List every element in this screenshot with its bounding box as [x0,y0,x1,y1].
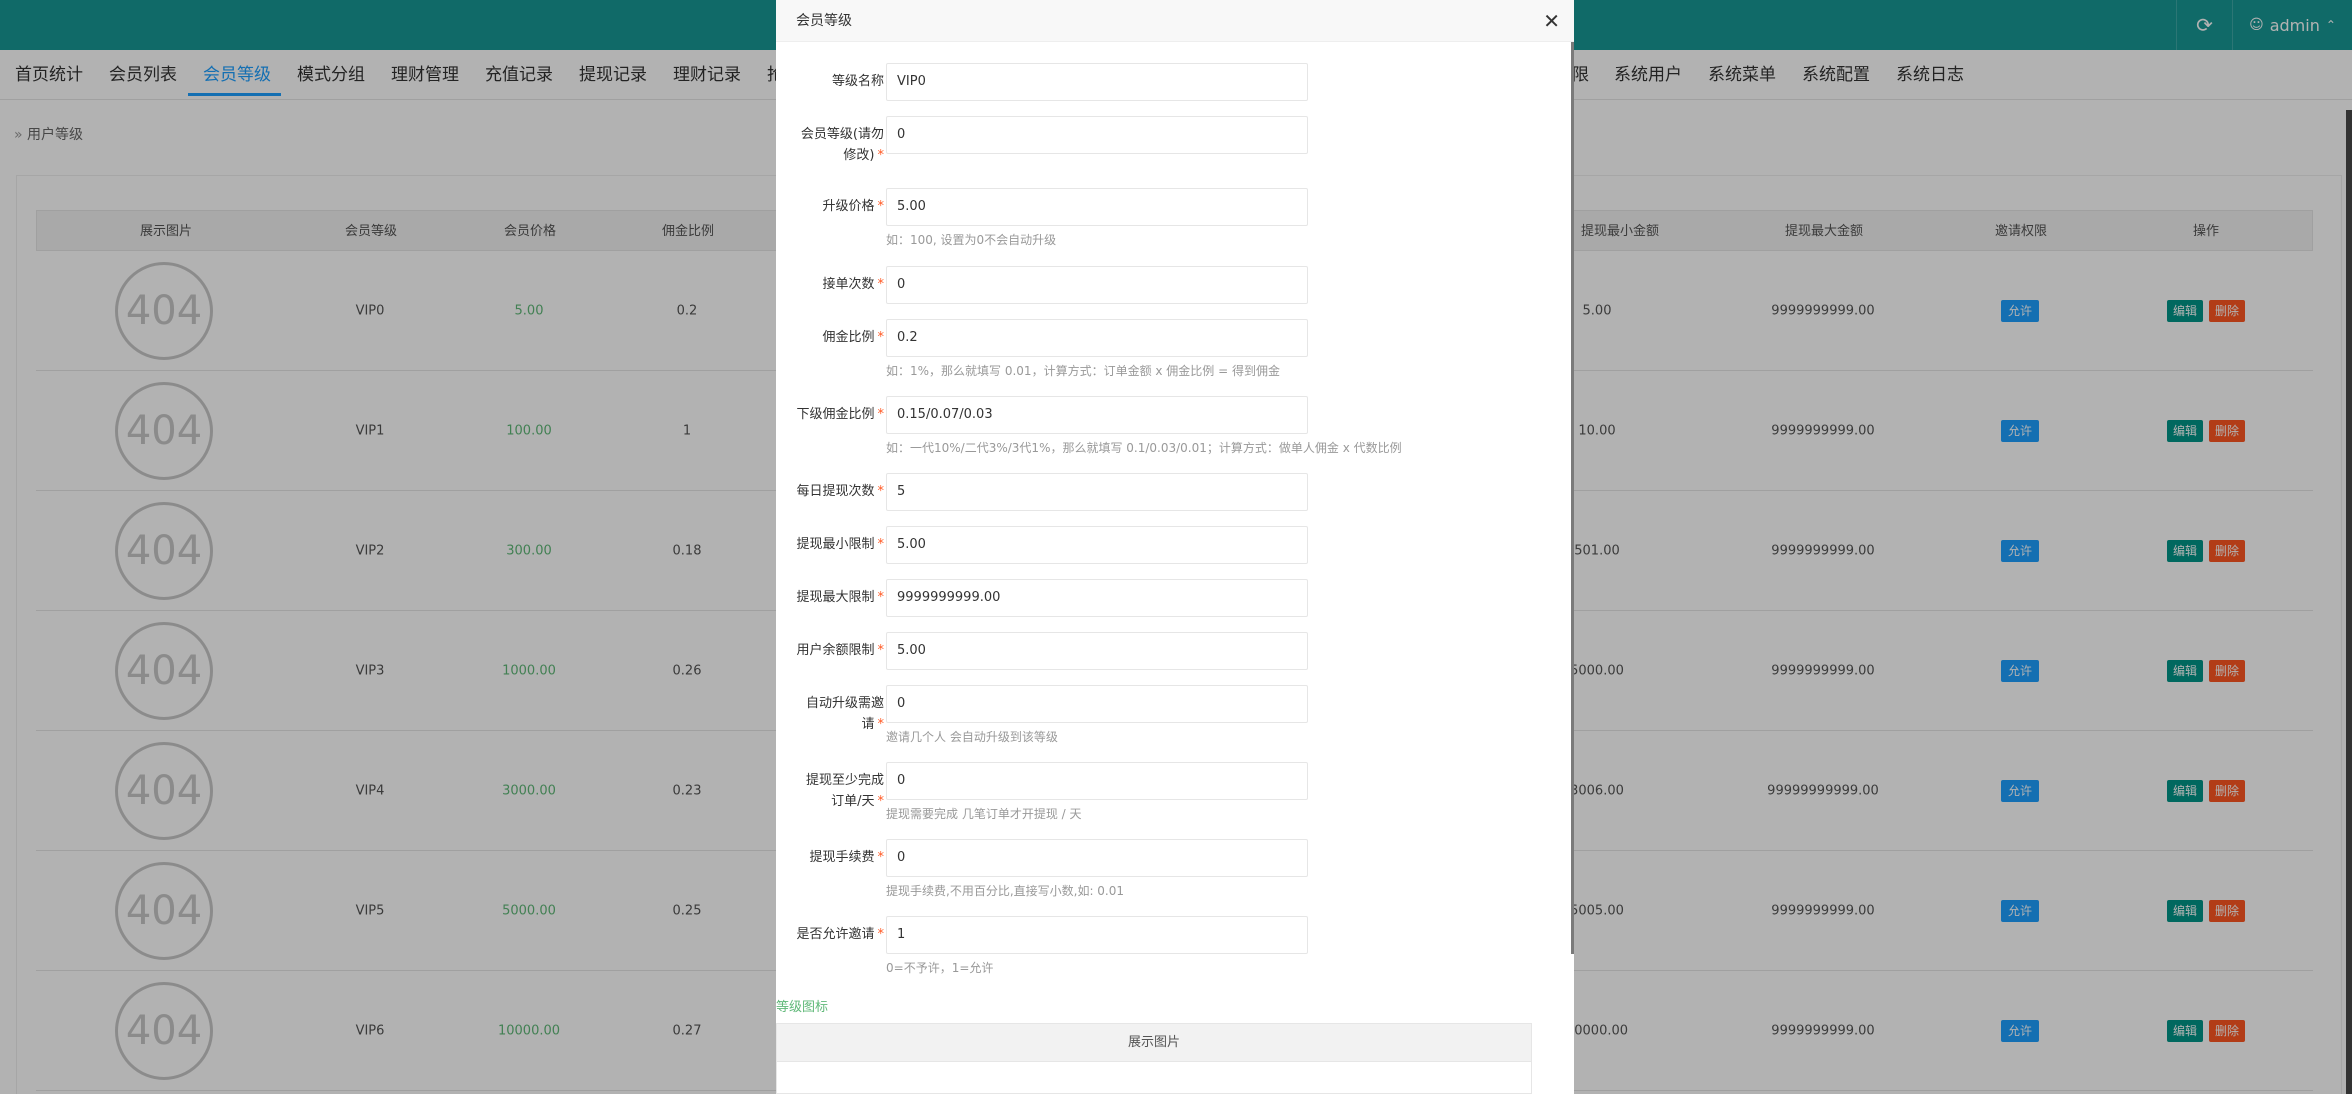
member-level-input[interactable]: 0 [886,116,1308,154]
required-mark: * [877,277,885,292]
field-label-text: 提现手续费 [809,850,875,865]
sub-commission-hint: 如：一代10%/二代3%/3代1%，那么就填写 0.1/0.03/0.01；计算… [886,441,1402,455]
required-mark: * [877,330,885,345]
required-mark: * [877,794,885,809]
field-label-commission: 佣金比例 * [822,327,884,348]
required-mark: * [877,590,885,605]
field-label-text: 等级名称 [831,74,884,89]
field-label-max-withdraw: 提现最大限制 * [796,587,884,608]
field-label-sub-commission: 下级佣金比例 * [796,404,884,425]
field-label-fee: 提现手续费 * [809,847,884,868]
upgrade-price-hint: 如：100, 设置为0不会自动升级 [886,233,1057,247]
fee-hint: 提现手续费,不用百分比,直接写小数,如: 0.01 [886,884,1125,898]
commission-hint: 如：1%，那么就填写 0.01，计算方式：订单金额 x 佣金比例 = 得到佣金 [886,364,1280,378]
required-mark: * [877,484,885,499]
section-title-level-icon: 等级图标 [776,1000,829,1015]
min-orders-hint: 提现需要完成 几笔订单才开提现 / 天 [886,807,1082,821]
balance-limit-input[interactable]: 5.00 [886,632,1308,670]
level-name-input[interactable]: VIP0 [886,63,1308,101]
daily-withdraw-input[interactable]: 5 [886,473,1308,511]
level-edit-dialog: 会员等级 ✕ 等级名称 VIP0 会员等级(请勿修改) * 0 升级价格 * 5.0… [776,0,1574,1094]
required-mark: * [877,643,885,658]
field-label-text: 是否允许邀请 [796,927,875,942]
required-mark: * [877,148,885,163]
field-label-text: 提现至少完成订单/天 [805,773,884,809]
auto-upgrade-input[interactable]: 0 [886,685,1308,723]
field-label-text: 用户余额限制 [796,643,875,658]
dialog-scrollbar[interactable] [1571,42,1574,954]
field-label-text: 接单次数 [822,277,875,292]
image-table-header: 展示图片 [777,1024,1531,1062]
close-icon[interactable]: ✕ [1543,0,1560,42]
allow-invite-hint: 0=不予许，1=允许 [886,961,994,975]
field-label-text: 会员等级(请勿修改) [800,127,884,163]
dialog-header: 会员等级 ✕ [776,0,1574,42]
field-label-upgrade-price: 升级价格 * [822,196,884,217]
field-label-balance-limit: 用户余额限制 * [796,640,884,661]
image-upload-table: 展示图片 [776,1023,1532,1094]
order-count-input[interactable]: 0 [886,266,1308,304]
max-withdraw-input[interactable]: 9999999999.00 [886,579,1308,617]
min-withdraw-input[interactable]: 5.00 [886,526,1308,564]
field-label-text: 升级价格 [822,199,875,214]
required-mark: * [877,927,885,942]
field-label-text: 下级佣金比例 [796,407,875,422]
field-label-allow-invite: 是否允许邀请 * [796,924,884,945]
fee-input[interactable]: 0 [886,839,1308,877]
field-label-member-level: 会员等级(请勿修改) * [794,124,884,166]
sub-commission-input[interactable]: 0.15/0.07/0.03 [886,396,1308,434]
required-mark: * [877,407,885,422]
field-label-min-withdraw: 提现最小限制 * [796,534,884,555]
field-label-auto-upgrade: 自动升级需邀请 * [804,693,884,735]
auto-upgrade-hint: 邀请几个人 会自动升级到该等级 [886,730,1058,744]
required-mark: * [877,717,885,732]
commission-input[interactable]: 0.2 [886,319,1308,357]
min-orders-input[interactable]: 0 [886,762,1308,800]
dialog-title: 会员等级 [796,13,852,29]
field-label-text: 提现最小限制 [796,537,875,552]
field-label-text: 佣金比例 [822,330,875,345]
required-mark: * [877,537,885,552]
required-mark: * [877,199,885,214]
field-label-text: 自动升级需邀请 [805,696,884,732]
field-label-daily-withdraw: 每日提现次数 * [796,481,884,502]
field-label-order-count: 接单次数 * [822,274,884,295]
upgrade-price-input[interactable]: 5.00 [886,188,1308,226]
field-label-min-orders: 提现至少完成订单/天 * [804,770,884,812]
field-label-text: 每日提现次数 [796,484,875,499]
field-label-text: 提现最大限制 [796,590,875,605]
allow-invite-input[interactable]: 1 [886,916,1308,954]
required-mark: * [877,850,885,865]
field-label-level-name: 等级名称 [832,71,884,92]
